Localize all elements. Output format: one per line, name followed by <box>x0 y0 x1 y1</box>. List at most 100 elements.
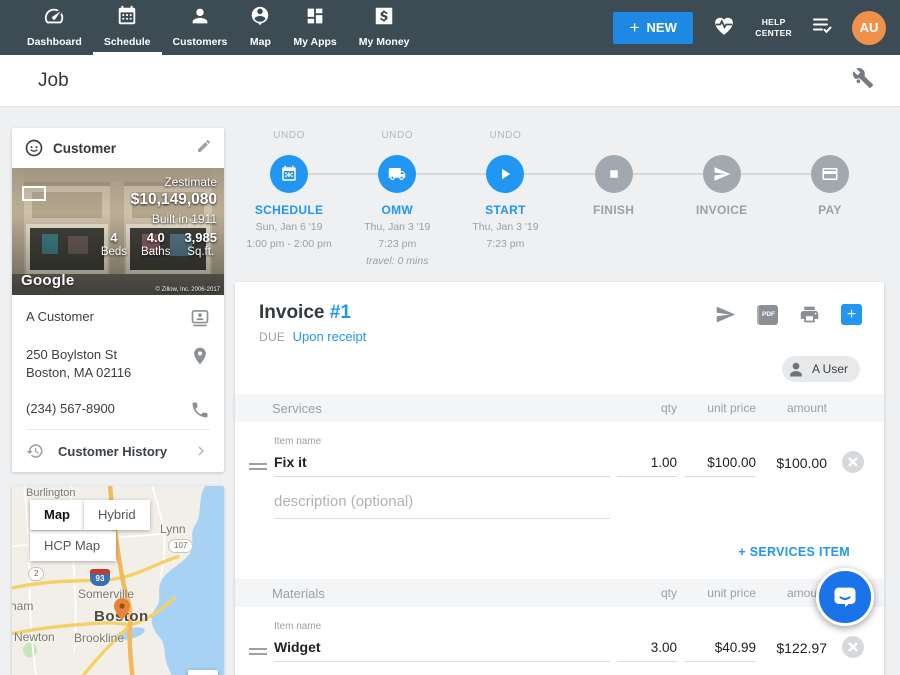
left-column: Customer <box>12 107 224 675</box>
material-item-name-input[interactable]: Widget <box>274 632 610 662</box>
stop-icon <box>605 165 623 183</box>
play-icon <box>496 165 514 183</box>
unit-price-column-header: unit price <box>684 586 756 600</box>
service-amount: $100.00 <box>763 455 827 477</box>
user-avatar[interactable]: AU <box>852 11 886 45</box>
calendar-icon <box>116 5 138 32</box>
customer-phone: (234) 567-8900 <box>26 400 115 418</box>
customer-card-title: Customer <box>53 141 196 156</box>
step-label: START <box>485 203 526 217</box>
materials-section-label: Materials <box>249 586 610 601</box>
person-icon <box>189 5 211 32</box>
map-label: ham <box>12 599 33 613</box>
new-button[interactable]: + NEW <box>613 12 693 44</box>
start-step-button[interactable] <box>486 155 524 193</box>
checklist-icon[interactable] <box>810 13 834 42</box>
customer-card: Customer <box>12 128 224 472</box>
pay-step-button[interactable] <box>811 155 849 193</box>
map-type-map-button[interactable]: Map <box>30 500 84 530</box>
map-type-hcp-button[interactable]: HCP Map <box>30 531 116 561</box>
material-qty-input[interactable]: 3.00 <box>617 640 677 662</box>
job-timeline: UNDO SCHEDULE Sun, Jan 6 '19 1:00 pm - 2… <box>235 130 884 268</box>
plus-icon: + <box>630 19 640 36</box>
speedometer-icon <box>43 5 65 32</box>
nav-label: Dashboard <box>27 36 82 48</box>
material-description-input[interactable]: description (optional) <box>274 662 610 675</box>
content: Customer <box>0 107 900 675</box>
assigned-user-chip[interactable]: A User <box>782 356 860 382</box>
add-services-item-link[interactable]: + SERVICES ITEM <box>738 545 850 559</box>
customer-address-row: 250 Boylston StBoston, MA 02116 <box>26 337 210 391</box>
map-card[interactable]: Burlington Lynn Somerville ham Boston Ne… <box>12 486 224 675</box>
job-settings-icon[interactable] <box>852 67 874 94</box>
zoom-in-button[interactable]: + <box>188 670 218 675</box>
nav-item-dashboard[interactable]: Dashboard <box>16 0 93 55</box>
route-shield-2: 2 <box>28 567 44 581</box>
service-unit-price-input[interactable]: $100.00 <box>684 455 756 477</box>
drag-handle-icon[interactable] <box>249 456 267 477</box>
help-center-link[interactable]: HELP CENTER <box>755 17 792 39</box>
sqft-value: 3,985 <box>184 230 217 245</box>
heart-pulse-icon[interactable] <box>711 12 737 43</box>
nav-item-my-apps[interactable]: My Apps <box>282 0 347 55</box>
undo-link[interactable]: UNDO <box>381 130 413 144</box>
finish-step-button[interactable] <box>595 155 633 193</box>
pdf-icon[interactable]: PDF <box>757 305 778 325</box>
nav-item-map[interactable]: Map <box>238 0 282 55</box>
omw-step-button[interactable] <box>378 155 416 193</box>
credit-card-icon <box>821 165 839 183</box>
customer-name-row: A Customer <box>26 299 210 337</box>
nav-label: Customers <box>173 36 228 48</box>
schedule-step-button[interactable] <box>270 155 308 193</box>
drag-handle-icon[interactable] <box>249 641 267 662</box>
service-item-name-input[interactable]: Fix it <box>274 447 610 477</box>
assigned-user-row: A User <box>235 344 884 394</box>
send-invoice-icon[interactable] <box>715 304 736 325</box>
nav-item-schedule[interactable]: Schedule <box>93 0 162 55</box>
invoice-step-button[interactable] <box>703 155 741 193</box>
page-header: Job <box>0 55 900 107</box>
remove-service-item-button[interactable] <box>842 451 864 473</box>
timeline-step-pay: PAY <box>776 130 884 268</box>
edit-pencil-icon[interactable] <box>196 138 212 159</box>
due-value-link[interactable]: Upon receipt <box>293 329 367 344</box>
add-invoice-button[interactable]: + <box>841 304 862 325</box>
map-label: Burlington <box>26 487 76 499</box>
step-time: 7:23 pm <box>486 237 524 251</box>
customer-name: A Customer <box>26 308 94 326</box>
service-description-input[interactable]: description (optional) <box>274 477 610 519</box>
history-icon <box>26 442 44 460</box>
nav-item-my-money[interactable]: My Money <box>348 0 421 55</box>
top-nav: Dashboard Schedule Customers Map My Apps… <box>0 0 900 55</box>
step-label: FINISH <box>593 203 634 217</box>
job-location-pin-icon[interactable] <box>114 598 130 620</box>
photo-credit: © Zillow, Inc. 2006-2017 <box>156 287 220 293</box>
main-column: UNDO SCHEDULE Sun, Jan 6 '19 1:00 pm - 2… <box>235 107 884 675</box>
undo-link[interactable]: UNDO <box>273 130 305 144</box>
location-pin-icon[interactable] <box>190 346 210 366</box>
timeline-step-finish: FINISH <box>560 130 668 268</box>
remove-material-item-button[interactable] <box>842 636 864 658</box>
nav-label: Schedule <box>104 36 151 48</box>
street-view-toggle-icon[interactable] <box>22 186 46 201</box>
map-zoom-control: + − <box>188 670 218 675</box>
print-icon[interactable] <box>799 304 820 325</box>
material-unit-price-input[interactable]: $40.99 <box>684 640 756 662</box>
property-photo[interactable]: Zestimate $10,149,080 Built in 1911 4Bed… <box>12 168 224 295</box>
qty-column-header: qty <box>617 586 677 600</box>
interstate-93-shield: 93 <box>90 569 110 586</box>
amount-column-header: amount <box>763 401 827 415</box>
nav-item-customers[interactable]: Customers <box>162 0 239 55</box>
chat-bubble-button[interactable] <box>816 568 874 626</box>
phone-icon[interactable] <box>190 400 210 420</box>
service-qty-input[interactable]: 1.00 <box>617 455 677 477</box>
undo-link[interactable]: UNDO <box>490 130 522 144</box>
map-label: Brookline <box>74 631 124 645</box>
invoice-number[interactable]: #1 <box>330 302 351 323</box>
customer-phone-row: (234) 567-8900 <box>26 391 210 429</box>
map-type-hybrid-button[interactable]: Hybrid <box>84 500 150 530</box>
customer-history-row[interactable]: Customer History <box>26 429 210 472</box>
customer-card-header: Customer <box>12 128 224 168</box>
map-label: Lynn <box>160 522 186 536</box>
contact-card-icon[interactable] <box>190 308 210 328</box>
